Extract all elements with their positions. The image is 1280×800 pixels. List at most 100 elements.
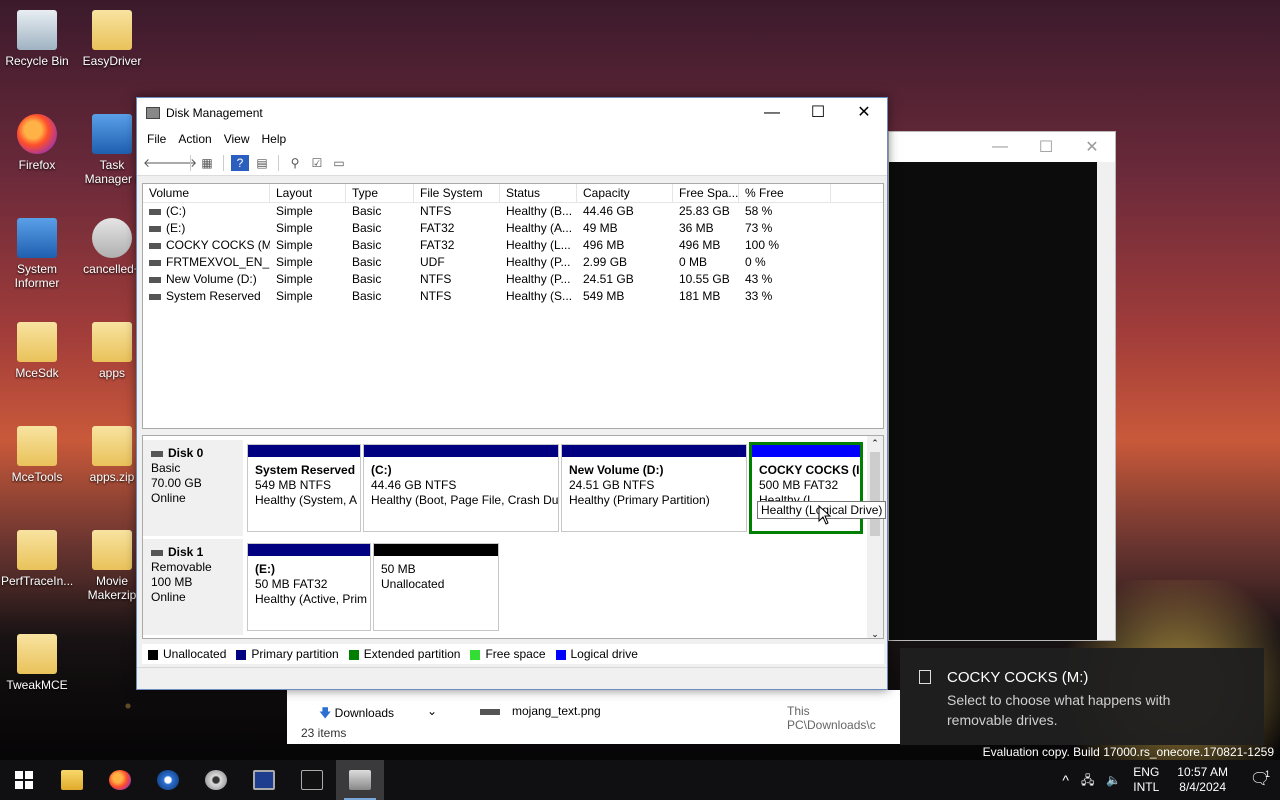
console-window[interactable]: — ☐ ✕ [888,131,1116,641]
cell-volume: COCKY COCKS (M:) [143,237,270,254]
close-icon[interactable]: ✕ [1069,137,1115,157]
settings-list-icon[interactable]: ▭ [330,155,348,171]
taskbar-disk-management[interactable] [336,760,384,800]
cell-capacity: 496 MB [577,237,673,254]
desktop-icon-tweakmce[interactable]: TweakMCE [1,634,73,692]
cell-status: Healthy (S... [500,288,577,305]
col-capacity[interactable]: Capacity [577,184,673,202]
cell-layout: Simple [270,254,346,271]
maximize-icon[interactable]: ☐ [1023,137,1069,157]
partition-unallocated[interactable]: 50 MB Unallocated [373,543,499,631]
volume-row[interactable]: System Reserved Simple Basic NTFS Healthy (S… [143,288,883,305]
disk-management-window[interactable]: Disk Management — ☐ ✕ File Action View H… [136,97,888,690]
partition-d[interactable]: New Volume (D:) 24.51 GB NTFS Healthy (Pri… [561,444,747,532]
titlebar[interactable]: Disk Management — ☐ ✕ [137,98,887,128]
file-path: This PC\Downloads\c [787,704,876,732]
network-icon[interactable]: 🖧 [1075,773,1100,788]
chevron-down-icon[interactable]: ⌄ [427,704,437,718]
language-indicator[interactable]: ENG INTL [1127,765,1165,795]
disk-icon [151,450,163,457]
file-item[interactable]: mojang_text.png [480,704,601,718]
partition-status: Healthy (Primary Partition) [569,493,710,507]
desktop-icon-system-informer[interactable]: System Informer [1,218,73,290]
console-body[interactable] [889,162,1097,640]
forward-arrow-icon[interactable]: 🡒 [165,155,197,171]
taskbar-file-explorer[interactable] [48,760,96,800]
chevron-up-icon[interactable]: ^ [1056,772,1075,788]
console-scrollbar[interactable] [1097,162,1115,640]
nav-downloads[interactable]: 🡇 Downloads [319,704,394,725]
menu-file[interactable]: File [141,132,172,146]
close-button[interactable]: ✕ [841,98,887,128]
cell-percent-free: 43 % [739,271,831,288]
col-percent-free[interactable]: % Free [739,184,831,202]
minimize-icon[interactable]: — [977,138,1023,156]
taskbar: ^ 🖧 🔈 ENG INTL 10:57 AM 8/4/2024 🗨 1 [0,760,1280,800]
autoplay-toast[interactable]: COCKY COCKS (M:) Select to choose what h… [900,648,1264,745]
partition-cocky-cocks[interactable]: COCKY COCKS (I 500 MB FAT32 Healthy (I [749,442,863,534]
show-hide-console-tree-icon[interactable]: ▦ [198,155,216,171]
disk-1-label[interactable]: Disk 1 Removable 100 MB Online [143,539,243,635]
partition-status: Healthy (System, A [255,493,358,507]
taskbar-command-prompt[interactable] [288,760,336,800]
status-bar [137,667,887,689]
volume-row[interactable]: COCKY COCKS (M:) Simple Basic FAT32 Healthy … [143,237,883,254]
cell-layout: Simple [270,271,346,288]
help-icon[interactable]: ? [231,154,249,171]
cell-status-text: Healthy (B... [506,204,573,218]
volume-row[interactable]: (C:) Simple Basic NTFS Healthy (B... 44.46 GB… [143,203,883,220]
volume-list[interactable]: Volume Layout Type File System Status Ca… [142,183,884,429]
volume-row[interactable]: (E:) Simple Basic FAT32 Healthy (A... 49 MB 36… [143,220,883,237]
back-arrow-icon[interactable]: 🡐 [143,155,175,171]
graphical-pane-scrollbar[interactable]: ⌃ ⌄ [867,436,883,638]
col-file-system[interactable]: File System [414,184,500,202]
partition-size: 549 MB NTFS [255,478,332,492]
cell-percent-free-text: 33 % [745,289,773,303]
menu-view[interactable]: View [218,132,256,146]
menu-help[interactable]: Help [256,132,293,146]
col-status[interactable]: Status [500,184,577,202]
col-layout[interactable]: Layout [270,184,346,202]
cell-type-text: Basic [352,204,382,218]
menu-action[interactable]: Action [172,132,217,146]
col-volume[interactable]: Volume [143,184,270,202]
minimize-button[interactable]: — [749,98,795,128]
partition-system-reserved[interactable]: System Reserved 549 MB NTFS Healthy (Syste… [247,444,361,532]
desktop-icon-easydriver[interactable]: EasyDriver [76,10,148,68]
desktop-icon-recycle-bin[interactable]: Recycle Bin [1,10,73,68]
desktop-icon-mcesdk[interactable]: MceSdk [1,322,73,380]
check-icon[interactable]: ☑ [308,155,326,171]
desktop-icon-perftrace[interactable]: PerfTraceIn... [1,530,73,588]
notification-center-button[interactable]: 🗨 1 [1240,769,1280,788]
col-type[interactable]: Type [346,184,414,202]
taskbar-firefox[interactable] [96,760,144,800]
taskbar-movie-maker[interactable] [192,760,240,800]
desktop-icon-firefox[interactable]: Firefox [1,114,73,172]
clock[interactable]: 10:57 AM 8/4/2024 [1165,765,1240,795]
desktop-icon-label: apps.zip [89,470,135,484]
cell-free-space-text: 181 MB [679,289,721,303]
partition-c[interactable]: (C:) 44.46 GB NTFS Healthy (Boot, Page Fil… [363,444,559,532]
volume-row[interactable]: New Volume (D:) Simple Basic NTFS Healthy (P… [143,271,883,288]
cell-layout-text: Simple [276,289,313,303]
chevron-down-icon[interactable]: ⌄ [867,629,883,638]
connect-icon[interactable]: ⚲ [286,155,304,171]
cell-layout-text: Simple [276,255,313,269]
desktop-icon-mcetools[interactable]: MceTools [1,426,73,484]
taskbar-app-blue[interactable] [240,760,288,800]
taskbar-media-player[interactable] [144,760,192,800]
cell-percent-free: 33 % [739,288,831,305]
volume-icon[interactable]: 🔈 [1100,773,1127,788]
disk-0-label[interactable]: Disk 0 Basic 70.00 GB Online [143,440,243,536]
properties-icon[interactable]: ▤ [253,155,271,171]
windows-logo-icon [15,771,33,789]
start-button[interactable] [0,760,48,800]
volume-row[interactable]: FRTMEXVOL_EN_... Simple Basic UDF Healthy (P… [143,254,883,271]
disk-graphical-pane[interactable]: Disk 0 Basic 70.00 GB Online System Rese… [142,435,884,639]
maximize-button[interactable]: ☐ [795,98,841,128]
chevron-up-icon[interactable]: ⌃ [867,436,883,450]
col-free-space[interactable]: Free Spa... [673,184,739,202]
file-explorer-window[interactable]: 🡇 Downloads ⌄ mojang_text.png This PC\Do… [287,690,900,744]
cell-type: Basic [346,271,414,288]
partition-e[interactable]: (E:) 50 MB FAT32 Healthy (Active, Prim [247,543,371,631]
